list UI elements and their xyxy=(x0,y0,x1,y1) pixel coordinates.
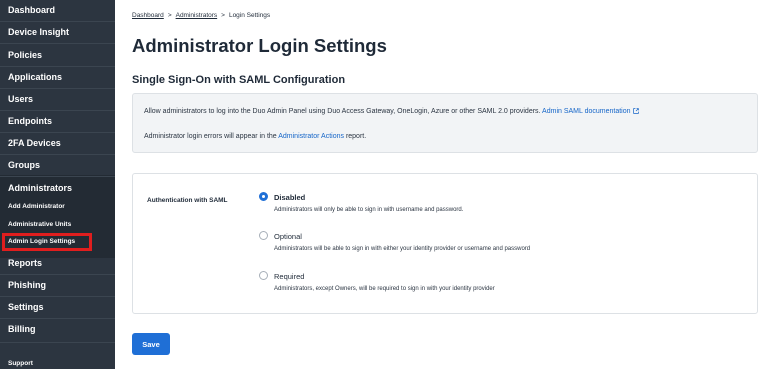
sidebar-subitem-add-administrator[interactable]: Add Administrator xyxy=(8,203,65,210)
info-line-errors: Administrator login errors will appear i… xyxy=(144,133,366,140)
sidebar: Dashboard Device Insight Policies Applic… xyxy=(0,0,115,369)
page-title: Administrator Login Settings xyxy=(132,35,387,56)
main-content: Dashboard > Administrators > Login Settings … xyxy=(115,0,771,369)
section-title: Single Sign-On with SAML Configuration xyxy=(132,74,346,86)
external-link-icon xyxy=(632,108,639,114)
sidebar-item-applications[interactable]: Applications xyxy=(8,72,62,82)
sidebar-item-reports[interactable]: Reports xyxy=(8,258,42,268)
divider xyxy=(0,132,115,133)
sidebar-item-support[interactable]: Support xyxy=(8,360,33,367)
info-text: Allow administrators to log into the Duo… xyxy=(144,108,541,115)
sidebar-item-dashboard[interactable]: Dashboard xyxy=(8,5,55,15)
radio-disabled[interactable] xyxy=(259,192,268,201)
sidebar-item-groups[interactable]: Groups xyxy=(8,160,40,170)
divider xyxy=(0,110,115,111)
divider xyxy=(0,21,115,22)
info-text: report. xyxy=(345,133,367,140)
saml-settings-panel: Authentication with SAML Disabled Admini… xyxy=(132,173,758,314)
sidebar-item-phishing[interactable]: Phishing xyxy=(8,280,46,290)
breadcrumb-separator: > xyxy=(221,12,225,19)
sidebar-item-settings[interactable]: Settings xyxy=(8,302,44,312)
info-text: Administrator login errors will appear i… xyxy=(144,133,277,140)
option-label-disabled[interactable]: Disabled xyxy=(274,193,305,202)
info-line-saml: Allow administrators to log into the Duo… xyxy=(144,108,639,115)
divider xyxy=(0,318,115,319)
divider xyxy=(0,43,115,44)
sidebar-item-billing[interactable]: Billing xyxy=(8,324,36,334)
divider xyxy=(0,274,115,275)
option-description-disabled: Administrators will only be able to sign… xyxy=(274,207,464,213)
option-description-optional: Administrators will be able to sign in w… xyxy=(274,246,531,252)
breadcrumb-link-administrators[interactable]: Administrators xyxy=(176,12,218,19)
option-description-required: Administrators, except Owners, will be r… xyxy=(274,286,495,292)
sidebar-item-users[interactable]: Users xyxy=(8,94,33,104)
sidebar-subitem-administrative-units[interactable]: Administrative Units xyxy=(8,221,71,228)
sidebar-item-device-insight[interactable]: Device Insight xyxy=(8,27,69,37)
save-button[interactable]: Save xyxy=(132,333,170,355)
option-label-optional[interactable]: Optional xyxy=(274,232,302,241)
authentication-saml-label: Authentication with SAML xyxy=(147,197,228,204)
info-panel: Allow administrators to log into the Duo… xyxy=(132,93,758,153)
divider xyxy=(0,88,115,89)
divider xyxy=(0,66,115,67)
active-item-outline xyxy=(2,233,92,251)
sidebar-item-endpoints[interactable]: Endpoints xyxy=(8,116,52,126)
divider xyxy=(0,296,115,297)
divider xyxy=(0,154,115,155)
breadcrumb-current: Login Settings xyxy=(228,12,271,19)
option-label-required[interactable]: Required xyxy=(274,272,304,281)
breadcrumb: Dashboard > Administrators > Login Settings xyxy=(132,12,270,19)
radio-optional[interactable] xyxy=(259,231,268,240)
sidebar-item-2fa-devices[interactable]: 2FA Devices xyxy=(8,138,61,148)
admin-saml-documentation-link[interactable]: Admin SAML documentation xyxy=(542,108,630,115)
divider xyxy=(0,176,115,177)
sidebar-item-policies[interactable]: Policies xyxy=(8,50,42,60)
divider xyxy=(0,342,115,343)
sidebar-item-administrators[interactable]: Administrators xyxy=(8,183,72,193)
breadcrumb-separator: > xyxy=(167,12,172,19)
breadcrumb-link-dashboard[interactable]: Dashboard xyxy=(132,12,164,19)
radio-required[interactable] xyxy=(259,271,268,280)
administrator-actions-link[interactable]: Administrator Actions xyxy=(278,133,344,140)
